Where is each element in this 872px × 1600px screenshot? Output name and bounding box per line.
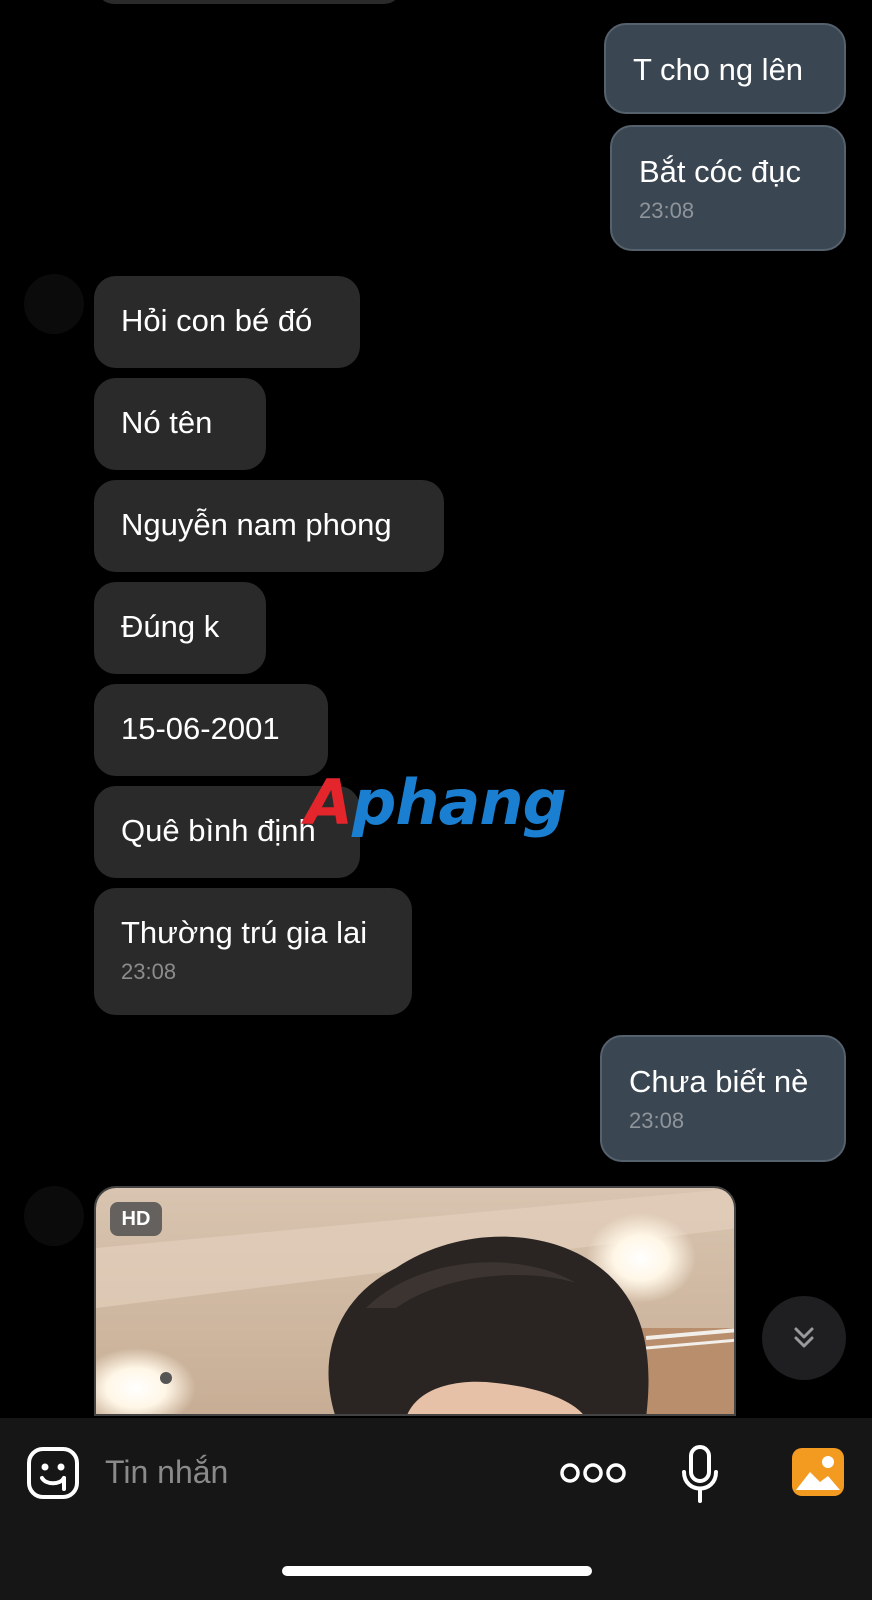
message-text: Thường trú gia lai xyxy=(121,915,368,950)
message-text: T cho ng lên xyxy=(633,52,804,87)
avatar[interactable] xyxy=(24,274,84,334)
scroll-down-button[interactable] xyxy=(762,1296,846,1380)
photo-image xyxy=(96,1188,734,1414)
message-time: 23:08 xyxy=(629,1108,685,1133)
message-bubble-incoming[interactable]: Đúng k xyxy=(94,582,266,674)
message-text: Đúng k xyxy=(121,609,220,644)
message-text: Bắt cóc đục xyxy=(639,154,801,189)
message-time: 23:08 xyxy=(639,198,695,223)
gallery-button[interactable] xyxy=(790,1446,846,1498)
voice-button[interactable] xyxy=(680,1444,720,1504)
more-icon xyxy=(560,1463,626,1483)
photo-message[interactable]: HD xyxy=(94,1186,736,1416)
message-bubble-incoming[interactable]: Thường trú gia lai 23:08 xyxy=(94,888,412,1015)
message-bubble-outgoing[interactable]: Chưa biết nè 23:08 xyxy=(600,1035,846,1162)
gallery-icon xyxy=(792,1448,844,1496)
message-bubble-outgoing[interactable]: Bắt cóc đục 23:08 xyxy=(610,125,846,251)
scroll-down-icon xyxy=(794,1327,814,1348)
microphone-icon xyxy=(682,1445,718,1503)
message-bubble-incoming[interactable]: 15-06-2001 xyxy=(94,684,328,776)
message-bubble-incoming[interactable]: Nguyễn nam phong xyxy=(94,480,444,572)
message-bubble-incoming[interactable]: Nó tên xyxy=(94,378,266,470)
message-time: 23:08 xyxy=(121,959,177,984)
watermark-part2: phang xyxy=(351,766,567,839)
home-indicator[interactable] xyxy=(282,1566,592,1576)
message-text: Hỏi con bé đó xyxy=(121,303,313,338)
avatar[interactable] xyxy=(24,1186,84,1246)
more-button[interactable] xyxy=(560,1458,626,1488)
message-input[interactable]: Tin nhắn xyxy=(105,1452,228,1492)
previous-message-fragment xyxy=(96,0,402,4)
message-bubble-outgoing[interactable]: T cho ng lên xyxy=(604,23,846,114)
message-text: Nó tên xyxy=(121,405,213,440)
hd-badge: HD xyxy=(110,1202,162,1236)
watermark-logo: Aphang xyxy=(305,766,567,839)
message-text: 15-06-2001 xyxy=(121,711,280,746)
sticker-icon xyxy=(27,1447,79,1499)
message-text: Chưa biết nè xyxy=(629,1064,809,1099)
sticker-button[interactable] xyxy=(26,1446,80,1500)
message-bubble-incoming[interactable]: Hỏi con bé đó xyxy=(94,276,360,368)
message-text: Quê bình định xyxy=(121,813,316,848)
watermark-part1: A xyxy=(305,766,353,839)
message-text: Nguyễn nam phong xyxy=(121,507,392,542)
